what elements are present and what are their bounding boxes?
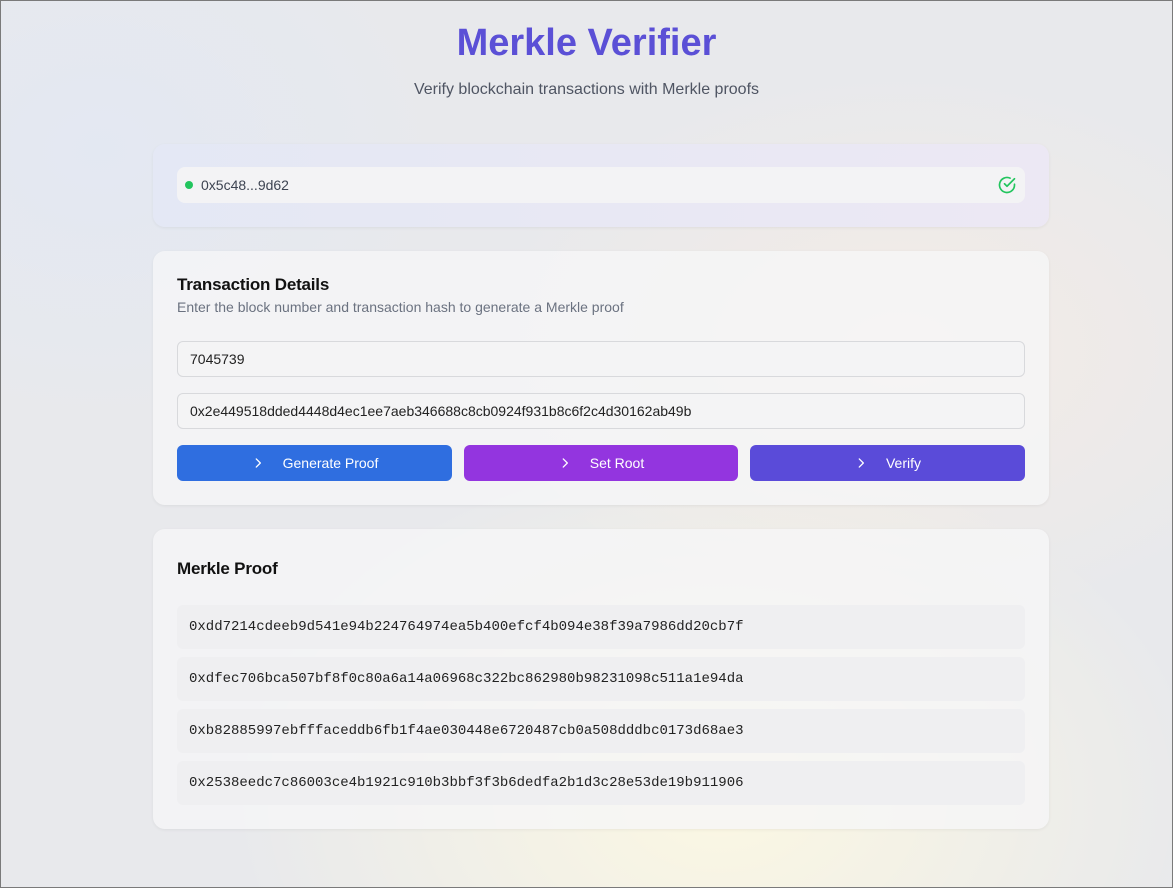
proof-hash-row: 0xdd7214cdeeb9d541e94b224764974ea5b400ef… [177, 605, 1025, 649]
transaction-details-description: Enter the block number and transaction h… [177, 299, 624, 315]
proof-hash-row: 0x2538eedc7c86003ce4b1921c910b3bbf3f3b6d… [177, 761, 1025, 805]
wallet-status-bar[interactable]: 0x5c48...9d62 [177, 167, 1025, 203]
generate-proof-label: Generate Proof [282, 455, 379, 471]
page-subtitle: Verify blockchain transactions with Merk… [413, 81, 760, 98]
transaction-details-title: Transaction Details [177, 275, 330, 294]
chevron-right-icon [255, 458, 261, 468]
page-title: Merkle Verifier [456, 22, 717, 64]
transaction-details-card: Transaction Details Enter the block numb… [153, 251, 1049, 505]
verify-button[interactable]: Verify [750, 445, 1025, 481]
set-root-button[interactable]: Set Root [464, 445, 738, 481]
generate-proof-button[interactable]: Generate Proof [177, 445, 452, 481]
wallet-address: 0x5c48...9d62 [201, 177, 289, 193]
check-circle-icon [998, 176, 1016, 194]
chevron-right-icon [858, 458, 864, 468]
chevron-right-icon [562, 458, 568, 468]
page-header: Merkle Verifier Verify blockchain transa… [1, 21, 1172, 99]
transaction-hash-input[interactable] [177, 393, 1025, 429]
wallet-card: 0x5c48...9d62 [153, 144, 1049, 227]
merkle-proof-title: Merkle Proof [177, 559, 278, 578]
proof-hash-row: 0xb82885997ebfffaceddb6fb1f4ae030448e672… [177, 709, 1025, 753]
proof-hash-row: 0xdfec706bca507bf8f0c80a6a14a06968c322bc… [177, 657, 1025, 701]
verify-label: Verify [885, 455, 921, 471]
set-root-label: Set Root [589, 455, 645, 471]
block-number-input[interactable] [177, 341, 1025, 377]
connected-indicator-dot [185, 181, 193, 189]
merkle-proof-card: Merkle Proof 0xdd7214cdeeb9d541e94b22476… [153, 529, 1049, 829]
